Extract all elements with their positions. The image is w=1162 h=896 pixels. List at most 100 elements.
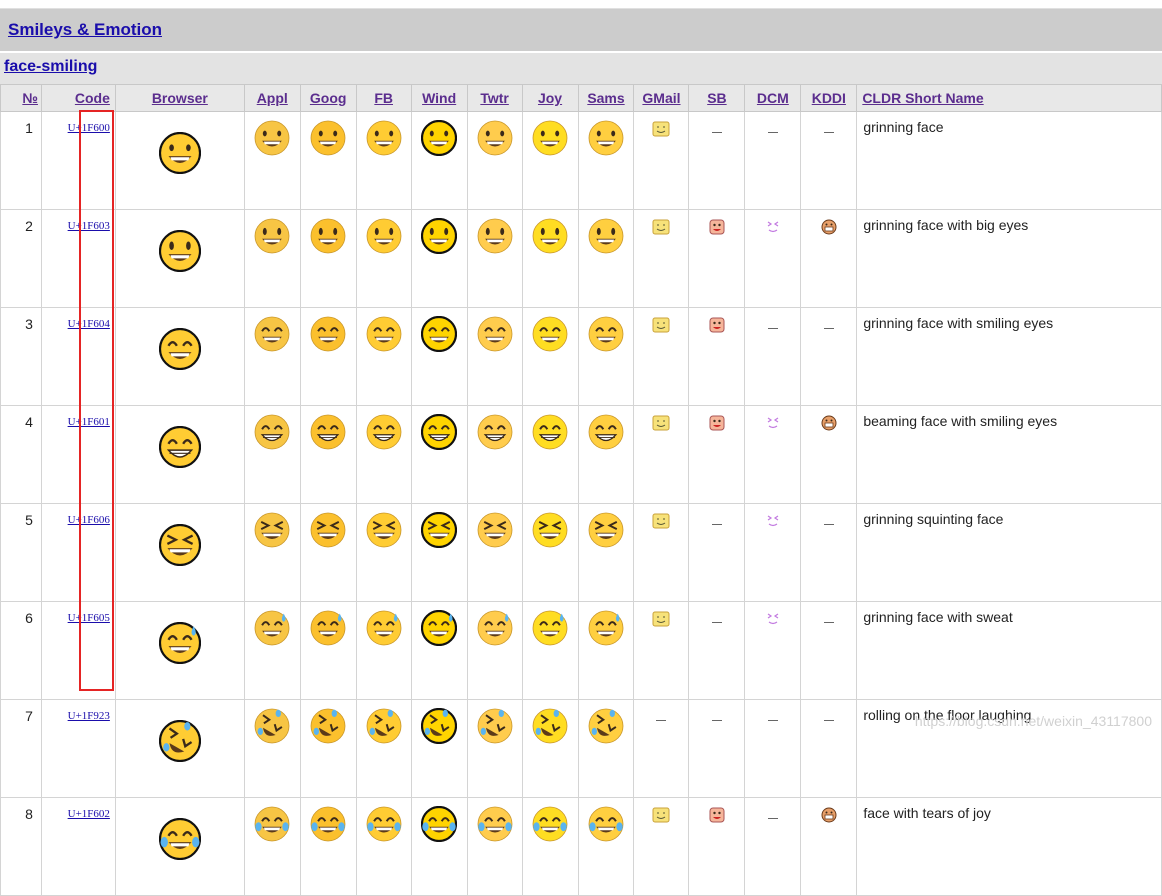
appl-emoji-icon bbox=[245, 708, 300, 744]
col-header-goog[interactable]: Goog bbox=[299, 84, 357, 112]
sams-emoji-icon bbox=[579, 708, 634, 744]
code-link[interactable]: U+1F602 bbox=[68, 808, 110, 820]
col-header-fb[interactable]: FB bbox=[355, 84, 412, 112]
table-row: 1 U+1F600 grinning face bbox=[0, 111, 1162, 210]
cldr-name-cell: grinning face bbox=[856, 111, 1162, 210]
fb-emoji-cell bbox=[355, 699, 412, 798]
col-header-number[interactable]: № bbox=[0, 84, 42, 112]
code-cell: U+1F923 bbox=[40, 699, 116, 798]
browser-emoji-icon bbox=[116, 622, 244, 664]
fb-emoji-icon bbox=[357, 708, 411, 744]
group-title-link[interactable]: Smileys & Emotion bbox=[8, 20, 162, 40]
unavailable-dash-icon bbox=[711, 720, 722, 721]
gmail-emoji-icon bbox=[634, 120, 688, 138]
col-header-gmail[interactable]: GMail bbox=[633, 84, 690, 112]
col-header-wind[interactable]: Wind bbox=[410, 84, 468, 112]
col-header-browser[interactable]: Browser bbox=[114, 84, 245, 112]
watermark: https://blog.csdn.net/weixin_43117800 bbox=[914, 713, 1152, 729]
code-link[interactable]: U+1F604 bbox=[68, 318, 110, 330]
browser-emoji-icon bbox=[116, 818, 244, 860]
browser-emoji-icon bbox=[116, 720, 244, 762]
col-header-code[interactable]: Code bbox=[40, 84, 116, 112]
code-link[interactable]: U+1F606 bbox=[68, 514, 110, 526]
fb-emoji-icon bbox=[357, 120, 411, 156]
dcm-emoji-icon bbox=[745, 512, 800, 530]
sb-emoji-cell bbox=[688, 503, 746, 602]
twtr-emoji-icon bbox=[468, 610, 522, 646]
sams-emoji-icon bbox=[579, 806, 634, 842]
code-link[interactable]: U+1F923 bbox=[68, 710, 110, 722]
row-number: 2 bbox=[0, 209, 42, 308]
row-number: 4 bbox=[0, 405, 42, 504]
goog-emoji-icon bbox=[301, 218, 356, 254]
goog-emoji-cell bbox=[299, 601, 357, 700]
appl-emoji-icon bbox=[245, 806, 300, 842]
col-header-dcm[interactable]: DCM bbox=[744, 84, 802, 112]
sams-emoji-icon bbox=[579, 218, 634, 254]
appl-emoji-icon bbox=[245, 414, 300, 450]
wind-emoji-cell bbox=[410, 797, 468, 896]
unavailable-dash-icon bbox=[823, 132, 834, 133]
appl-emoji-cell bbox=[243, 307, 301, 406]
unavailable-dash-icon bbox=[767, 720, 778, 721]
joy-emoji-cell bbox=[521, 307, 579, 406]
fb-emoji-cell bbox=[355, 503, 412, 602]
code-link[interactable]: U+1F600 bbox=[68, 122, 110, 134]
gmail-emoji-cell bbox=[633, 699, 690, 798]
dcm-emoji-icon bbox=[745, 414, 800, 432]
row-number: 5 bbox=[0, 503, 42, 602]
appl-emoji-cell bbox=[243, 405, 301, 504]
unavailable-dash-icon bbox=[711, 524, 722, 525]
joy-emoji-cell bbox=[521, 405, 579, 504]
sams-emoji-cell bbox=[577, 307, 635, 406]
wind-emoji-icon bbox=[412, 120, 467, 156]
col-header-kddi[interactable]: KDDI bbox=[800, 84, 858, 112]
unavailable-dash-icon bbox=[767, 132, 778, 133]
sb-emoji-cell bbox=[688, 111, 746, 210]
sb-emoji-cell bbox=[688, 307, 746, 406]
code-link[interactable]: U+1F603 bbox=[68, 220, 110, 232]
sams-emoji-icon bbox=[579, 610, 634, 646]
kddi-emoji-cell bbox=[800, 307, 858, 406]
code-cell: U+1F604 bbox=[40, 307, 116, 406]
twtr-emoji-icon bbox=[468, 120, 522, 156]
col-header-sams[interactable]: Sams bbox=[577, 84, 635, 112]
col-header-appl[interactable]: Appl bbox=[243, 84, 301, 112]
joy-emoji-icon bbox=[523, 120, 578, 156]
code-link[interactable]: U+1F601 bbox=[68, 416, 110, 428]
gmail-emoji-cell bbox=[633, 601, 690, 700]
col-header-sb[interactable]: SB bbox=[688, 84, 746, 112]
col-header-twtr[interactable]: Twtr bbox=[466, 84, 523, 112]
twtr-emoji-icon bbox=[468, 512, 522, 548]
dcm-emoji-icon bbox=[745, 610, 800, 628]
top-strip bbox=[0, 0, 1162, 9]
goog-emoji-icon bbox=[301, 708, 356, 744]
twtr-emoji-cell bbox=[466, 405, 523, 504]
subgroup-title-link[interactable]: face-smiling bbox=[4, 58, 97, 76]
goog-emoji-cell bbox=[299, 699, 357, 798]
gmail-emoji-cell bbox=[633, 503, 690, 602]
gmail-emoji-cell bbox=[633, 111, 690, 210]
browser-emoji-cell bbox=[114, 405, 245, 504]
code-link[interactable]: U+1F605 bbox=[68, 612, 110, 624]
joy-emoji-icon bbox=[523, 708, 578, 744]
gmail-emoji-icon bbox=[634, 316, 688, 334]
wind-emoji-icon bbox=[412, 512, 467, 548]
kddi-emoji-cell bbox=[800, 111, 858, 210]
code-cell: U+1F602 bbox=[40, 797, 116, 896]
appl-emoji-icon bbox=[245, 316, 300, 352]
goog-emoji-cell bbox=[299, 307, 357, 406]
appl-emoji-cell bbox=[243, 209, 301, 308]
unavailable-dash-icon bbox=[823, 720, 834, 721]
dcm-emoji-cell bbox=[744, 405, 802, 504]
browser-emoji-icon bbox=[116, 132, 244, 174]
sb-emoji-cell bbox=[688, 797, 746, 896]
joy-emoji-icon bbox=[523, 610, 578, 646]
browser-emoji-icon bbox=[116, 524, 244, 566]
sams-emoji-cell bbox=[577, 503, 635, 602]
col-header-joy[interactable]: Joy bbox=[521, 84, 579, 112]
joy-emoji-cell bbox=[521, 601, 579, 700]
appl-emoji-cell bbox=[243, 503, 301, 602]
col-header-cldr-name[interactable]: CLDR Short Name bbox=[856, 84, 1162, 112]
twtr-emoji-icon bbox=[468, 708, 522, 744]
